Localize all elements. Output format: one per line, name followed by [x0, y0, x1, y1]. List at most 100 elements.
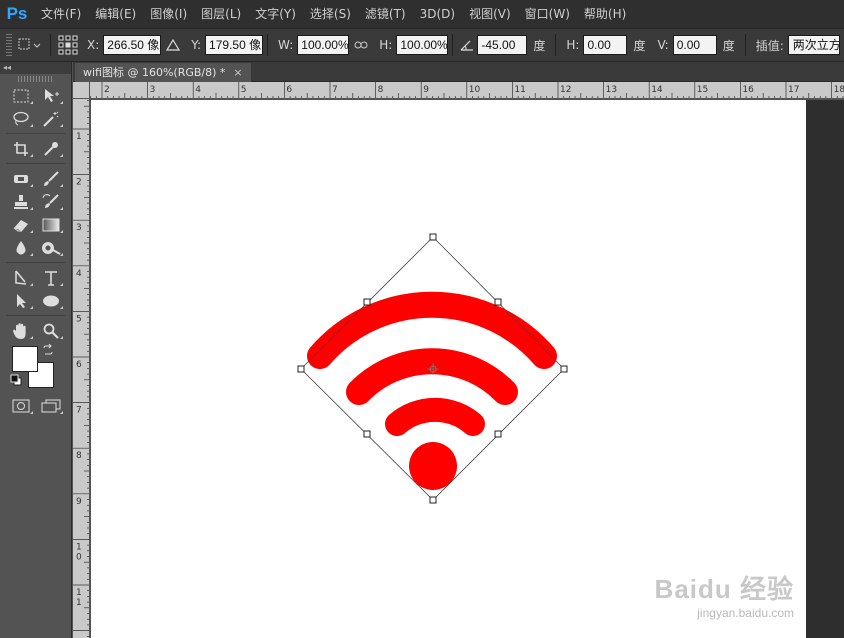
brush-tool-icon[interactable] [36, 167, 66, 190]
hand-tool-icon[interactable] [6, 319, 36, 342]
canvas-workspace[interactable] [91, 100, 844, 638]
v-skew-unit-label: 度 [722, 38, 735, 53]
interpolation-select[interactable]: 两次立方 [787, 35, 840, 55]
transform-handle-bottom-right[interactable] [494, 430, 502, 438]
ruler-label: 13 [606, 85, 617, 95]
y-position-input[interactable]: 179.50 像 [205, 35, 264, 55]
ellipse-tool-icon[interactable] [36, 289, 66, 312]
path-selection-icon[interactable] [6, 289, 36, 312]
ruler-label: 7 [332, 85, 338, 95]
eraser-tool-icon[interactable] [6, 213, 36, 236]
ruler-label: 3 [76, 223, 82, 233]
ruler-label: 16 [742, 85, 754, 95]
menu-filter[interactable]: 滤镜(T) [358, 0, 413, 28]
watermark-main-text: Baidu 经验 [654, 574, 794, 604]
separator [452, 34, 454, 56]
transform-handle-right[interactable] [560, 365, 568, 373]
ruler-label: 12 [560, 85, 571, 95]
ruler-label: 1 [76, 132, 82, 142]
ruler-label: 6 [286, 85, 292, 95]
ruler-label: 8 [378, 85, 384, 95]
reference-point-icon[interactable] [55, 34, 81, 56]
menu-type[interactable]: 文字(Y) [248, 0, 303, 28]
menu-3d[interactable]: 3D(D) [413, 0, 462, 28]
options-bar: X: 266.50 像 Y: 179.50 像 W: 100.00% H: 10… [0, 28, 844, 62]
rotate-angle-icon [457, 34, 477, 56]
document-canvas[interactable] [91, 100, 806, 638]
menu-edit[interactable]: 编辑(E) [88, 0, 143, 28]
wifi-artwork[interactable] [91, 100, 806, 638]
rotate-angle-input[interactable]: -45.00 [477, 35, 528, 55]
history-brush-icon[interactable] [36, 190, 66, 213]
transform-handle-top[interactable] [429, 233, 437, 241]
ruler-label: 3 [150, 85, 156, 95]
horizontal-ruler[interactable]: 2 3 4 5 6 7 8 9 10 11 12 13 14 15 16 17 18 [90, 82, 844, 99]
transform-handle-top-right[interactable] [494, 298, 502, 306]
menu-bar: Ps 文件(F) 编辑(E) 图像(I) 图层(L) 文字(Y) 选择(S) 滤… [0, 0, 844, 28]
menu-file[interactable]: 文件(F) [34, 0, 88, 28]
menu-image[interactable]: 图像(I) [143, 0, 194, 28]
pen-tool-icon[interactable] [6, 266, 36, 289]
ruler-label: 18 [834, 85, 844, 95]
eyedropper-icon[interactable] [36, 137, 66, 160]
move-tool-preset-icon[interactable] [12, 34, 46, 56]
tools-panel-grip[interactable] [18, 76, 53, 82]
ruler-label: 14 [651, 85, 663, 95]
transform-handle-left[interactable] [297, 365, 305, 373]
x-position-input[interactable]: 266.50 像 [103, 35, 162, 55]
tools-panel-collapse[interactable]: ◂◂ [0, 62, 71, 74]
link-icon[interactable] [349, 34, 373, 56]
watermark-url-text: jingyan.baidu.com [697, 606, 794, 620]
ruler-label: 4 [76, 269, 82, 279]
wifi-arc-inner [385, 397, 485, 436]
default-colors-icon[interactable] [10, 374, 22, 389]
foreground-color-swatch[interactable] [12, 346, 38, 372]
menu-window[interactable]: 窗口(W) [518, 0, 577, 28]
swap-colors-icon[interactable] [42, 343, 54, 359]
height-scale-input[interactable]: 100.00% [396, 35, 449, 55]
menu-help[interactable]: 帮助(H) [577, 0, 633, 28]
menu-view[interactable]: 视图(V) [462, 0, 518, 28]
dodge-tool-icon[interactable] [36, 236, 66, 259]
transform-handle-bottom[interactable] [429, 496, 437, 504]
menu-layer[interactable]: 图层(L) [194, 0, 248, 28]
ruler-label: 5 [76, 314, 82, 324]
type-tool-icon[interactable] [36, 266, 66, 289]
ruler-label: 10 [469, 85, 481, 95]
transform-handle-bottom-left[interactable] [363, 430, 371, 438]
document-tab-title: wifi图标 @ 160%(RGB/8) * [83, 66, 226, 79]
baidu-watermark: Baidu 经验 jingyan.baidu.com [655, 569, 794, 620]
move-tool-icon[interactable] [36, 84, 66, 107]
ruler-label: 9 [423, 85, 429, 95]
ruler-label: 6 [76, 360, 82, 370]
rectangular-marquee-icon[interactable] [6, 84, 36, 107]
horizontal-skew-input[interactable]: 0.00 [583, 35, 628, 55]
ruler-origin[interactable] [73, 82, 90, 99]
transform-handle-top-left[interactable] [363, 298, 371, 306]
magic-wand-icon[interactable] [36, 107, 66, 130]
crop-tool-icon[interactable] [6, 137, 36, 160]
close-tab-icon[interactable]: × [233, 63, 242, 82]
blur-tool-icon[interactable] [6, 236, 36, 259]
document-tab[interactable]: wifi图标 @ 160%(RGB/8) * × [75, 63, 251, 82]
quick-mask-icon[interactable] [6, 394, 36, 417]
vertical-ruler[interactable]: 1234567891011 [73, 99, 90, 638]
menu-select[interactable]: 选择(S) [303, 0, 358, 28]
v-skew-label: V: [657, 38, 669, 52]
separator [555, 34, 557, 56]
ruler-label: 1 [76, 588, 82, 598]
h-label: H: [379, 38, 393, 52]
w-label: W: [278, 38, 294, 52]
zoom-tool-icon[interactable] [36, 319, 66, 342]
lasso-tool-icon[interactable] [6, 107, 36, 130]
relative-delta-icon[interactable] [161, 34, 185, 56]
width-scale-input[interactable]: 100.00% [297, 35, 350, 55]
photoshop-logo: Ps [6, 4, 28, 23]
pasteboard [806, 100, 844, 638]
screen-mode-icon[interactable] [36, 394, 66, 417]
healing-brush-icon[interactable] [6, 167, 36, 190]
vertical-skew-input[interactable]: 0.00 [672, 35, 717, 55]
clone-stamp-icon[interactable] [6, 190, 36, 213]
separator [50, 34, 51, 56]
gradient-tool-icon[interactable] [36, 213, 66, 236]
